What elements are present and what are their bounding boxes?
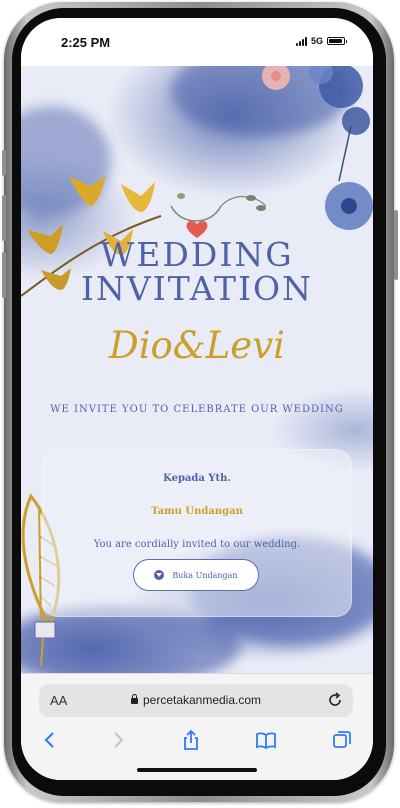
status-bar: 2:25 PM 5G <box>21 18 373 66</box>
network-label: 5G <box>310 36 323 46</box>
status-icons: 5G <box>295 36 347 46</box>
invitation-title-line2: INVITATION <box>81 269 313 308</box>
guest-card: Kepada Yth. Tamu Undangan You are cordia… <box>42 449 352 617</box>
screen: 2:25 PM 5G WEDDING INVITATION Dio&Levi W… <box>21 18 373 780</box>
battery-level <box>329 39 342 43</box>
chevron-down-circle-icon <box>154 570 165 580</box>
invitation-page[interactable]: WEDDING INVITATION Dio&Levi WE INVITE YO… <box>21 66 373 673</box>
blue-flowers-icon <box>262 66 373 230</box>
invitation-message: You are cordially invited to our wedding… <box>93 539 301 550</box>
url-text: percetakanmedia.com <box>142 693 262 707</box>
lock-icon <box>130 694 138 704</box>
reload-icon[interactable] <box>327 692 343 712</box>
battery-icon <box>327 37 347 45</box>
volume-down-button <box>2 252 6 298</box>
invitation-title-line1: WEDDING <box>100 235 294 274</box>
forward-icon[interactable] <box>103 726 133 754</box>
silent-switch <box>2 150 6 176</box>
open-invitation-button[interactable]: Buka Undangan <box>133 559 259 591</box>
browser-bottom-bar: AA percetakanmedia.com <box>21 673 373 780</box>
bookmarks-icon[interactable] <box>251 726 281 754</box>
address-bar[interactable]: AA percetakanmedia.com <box>39 684 353 717</box>
url-display[interactable]: percetakanmedia.com <box>39 693 353 707</box>
power-button <box>394 210 398 280</box>
status-time: 2:25 PM <box>61 35 111 50</box>
invite-subtitle: WE INVITE YOU TO CELEBRATE OUR WEDDING <box>50 404 344 415</box>
back-icon[interactable] <box>35 726 65 754</box>
signal-icon <box>295 36 307 46</box>
browser-toolbar <box>21 726 373 756</box>
home-indicator <box>137 768 257 772</box>
guest-name: Tamu Undangan <box>151 506 243 517</box>
salutation: Kepada Yth. <box>163 473 231 484</box>
couple-names: Dio&Levi <box>109 324 285 367</box>
open-invitation-label: Buka Undangan <box>172 570 238 580</box>
heart-wreath-icon <box>170 193 267 238</box>
share-icon[interactable] <box>176 726 206 754</box>
volume-up-button <box>2 195 6 241</box>
tabs-icon[interactable] <box>327 726 357 754</box>
